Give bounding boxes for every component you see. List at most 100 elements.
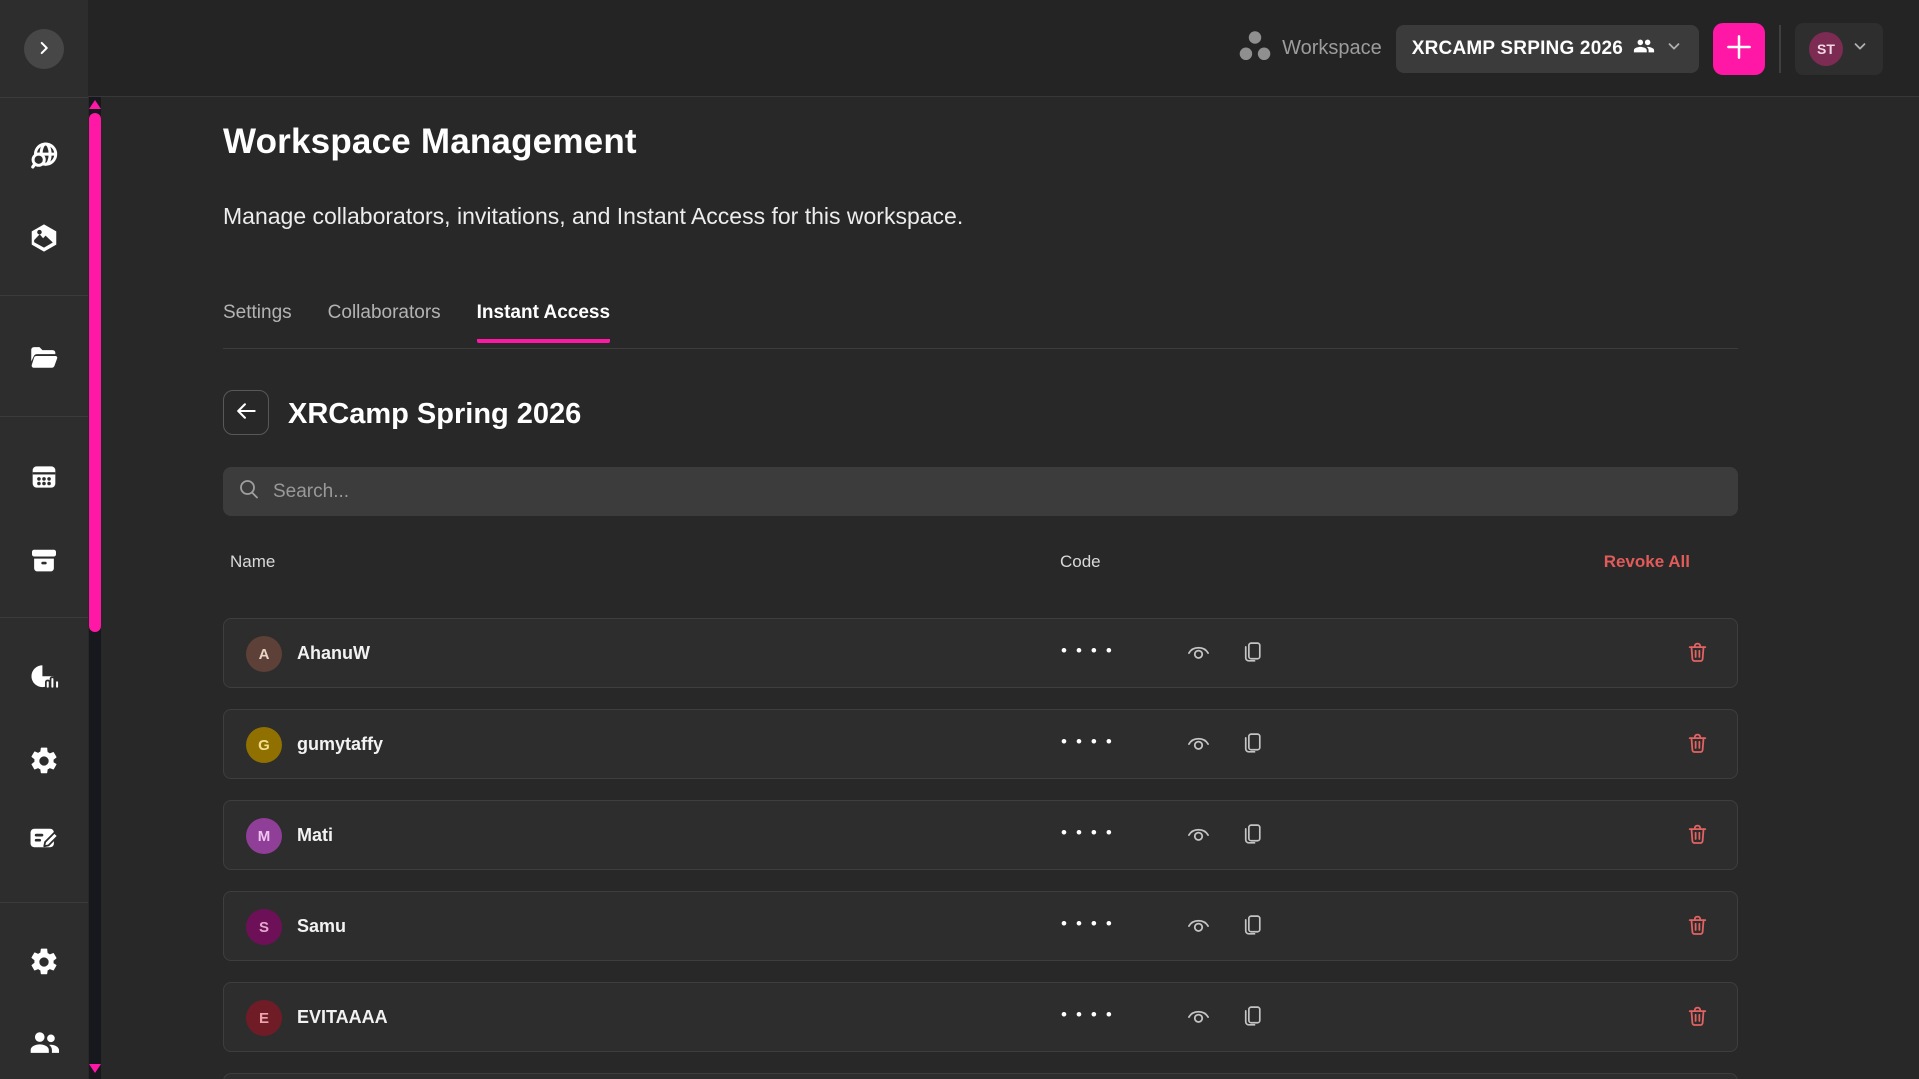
analytics-pie-icon [28, 661, 60, 693]
copy-code-button[interactable] [1238, 1004, 1266, 1032]
sidebar [0, 0, 88, 1079]
scroll-down-arrow[interactable] [89, 1064, 101, 1074]
sidebar-item-users[interactable] [0, 1015, 88, 1071]
revoke-button[interactable] [1683, 822, 1711, 850]
eye-icon [1185, 730, 1212, 760]
table-row: S Samu •••• [223, 891, 1738, 961]
workspace-logo-icon [1238, 29, 1272, 68]
revoke-button[interactable] [1683, 640, 1711, 668]
masked-code: •••• [1061, 823, 1121, 843]
trash-icon [1685, 913, 1710, 941]
copy-icon [1240, 913, 1265, 941]
row-name: EVITAAAA [297, 1007, 388, 1028]
tab-settings[interactable]: Settings [223, 302, 292, 343]
masked-code: •••• [1061, 914, 1121, 934]
sidebar-divider [0, 416, 88, 417]
avatar: A [246, 636, 282, 672]
revoke-button[interactable] [1683, 1004, 1711, 1032]
row-name: Samu [297, 916, 346, 937]
revoke-all-button[interactable]: Revoke All [1593, 552, 1690, 572]
table-row: M Mati •••• [223, 800, 1738, 870]
workspace-selector-dropdown[interactable]: XRCAMP SRPING 2026 [1396, 25, 1699, 73]
avatar: M [246, 818, 282, 854]
sidebar-divider [0, 97, 88, 98]
user-avatar: ST [1809, 32, 1843, 66]
sidebar-divider [0, 617, 88, 618]
row-name: Mati [297, 825, 333, 846]
sidebar-item-settings[interactable] [0, 733, 88, 789]
copy-code-button[interactable] [1238, 913, 1266, 941]
tab-instant-access[interactable]: Instant Access [477, 302, 610, 343]
trash-icon [1685, 822, 1710, 850]
chevron-down-icon [1851, 37, 1869, 60]
reveal-code-button[interactable] [1184, 731, 1212, 759]
sidebar-item-admin-settings[interactable] [0, 934, 88, 990]
workspace-label: Workspace [1282, 37, 1382, 60]
reveal-code-button[interactable] [1184, 1004, 1212, 1032]
tabs-divider [223, 348, 1738, 349]
tab-collaborators[interactable]: Collaborators [328, 302, 441, 343]
add-workspace-button[interactable] [1713, 23, 1765, 75]
avatar: S [246, 909, 282, 945]
copy-icon [1240, 640, 1265, 668]
row-name: AhanuW [297, 643, 370, 664]
sidebar-expand-button[interactable] [24, 29, 64, 69]
chevron-down-icon [1665, 37, 1683, 60]
back-button[interactable] [223, 390, 269, 435]
trash-icon [1685, 640, 1710, 668]
copy-icon [1240, 822, 1265, 850]
scrollbar-thumb[interactable] [89, 113, 101, 632]
section-heading: XRCamp Spring 2026 [288, 398, 581, 431]
reveal-code-button[interactable] [1184, 913, 1212, 941]
plus-icon [1724, 32, 1754, 65]
eye-icon [1185, 639, 1212, 669]
search-input[interactable] [271, 480, 1724, 504]
search-box [223, 467, 1738, 516]
copy-icon [1240, 731, 1265, 759]
reveal-code-button[interactable] [1184, 640, 1212, 668]
column-header-name: Name [230, 552, 275, 572]
row-name: gumytaffy [297, 734, 383, 755]
copy-code-button[interactable] [1238, 640, 1266, 668]
copy-icon [1240, 1004, 1265, 1032]
trash-icon [1685, 1004, 1710, 1032]
eye-icon [1185, 821, 1212, 851]
sidebar-divider [0, 902, 88, 903]
masked-code: •••• [1061, 732, 1121, 752]
masked-code: •••• [1061, 641, 1121, 661]
people-icon [27, 1026, 61, 1060]
sidebar-item-events[interactable] [0, 449, 88, 505]
table-row: G gumytaffy •••• [223, 709, 1738, 779]
avatar: E [246, 1000, 282, 1036]
reveal-code-button[interactable] [1184, 822, 1212, 850]
scene-cube-icon [28, 222, 60, 254]
sidebar-item-scenes[interactable] [0, 210, 88, 266]
eye-icon [1185, 1003, 1212, 1033]
user-menu[interactable]: ST [1795, 23, 1883, 75]
chevron-right-icon [33, 37, 55, 62]
calendar-icon [28, 461, 60, 493]
topbar: Workspace XRCAMP SRPING 2026 ST [88, 0, 1919, 97]
topbar-divider [1779, 25, 1781, 73]
sidebar-item-projects[interactable] [0, 330, 88, 386]
arrow-left-icon [233, 398, 259, 427]
sidebar-item-registration[interactable] [0, 810, 88, 866]
copy-code-button[interactable] [1238, 822, 1266, 850]
table-row: E EVITAAAA •••• [223, 982, 1738, 1052]
avatar: G [246, 727, 282, 763]
sidebar-item-archive[interactable] [0, 533, 88, 589]
folder-open-icon [27, 341, 61, 375]
tabs: Settings Collaborators Instant Access [223, 302, 610, 343]
table-row-partial [223, 1073, 1738, 1079]
copy-code-button[interactable] [1238, 731, 1266, 759]
gear-icon [28, 745, 60, 777]
archive-box-icon [28, 545, 60, 577]
sidebar-item-discover[interactable] [0, 128, 88, 184]
revoke-button[interactable] [1683, 731, 1711, 759]
trash-icon [1685, 731, 1710, 759]
column-header-code: Code [1060, 552, 1101, 572]
sidebar-item-analytics[interactable] [0, 649, 88, 705]
revoke-button[interactable] [1683, 913, 1711, 941]
gear-icon [28, 946, 60, 978]
scroll-up-arrow[interactable] [89, 100, 101, 110]
